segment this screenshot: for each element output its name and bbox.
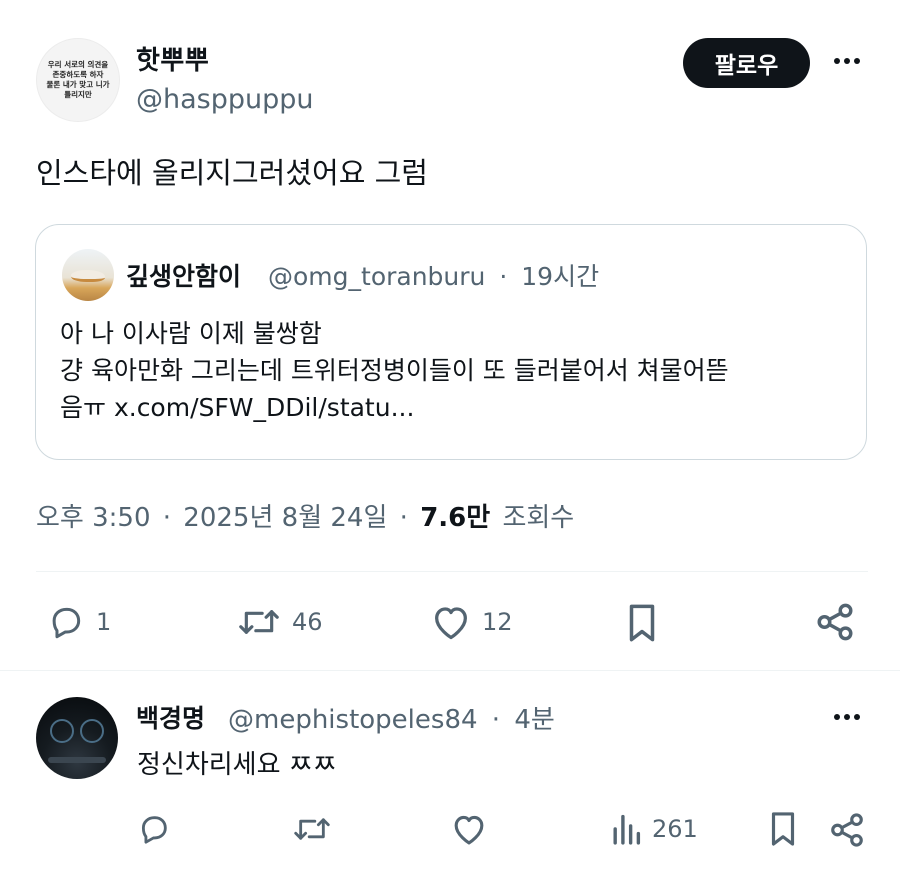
- retweet-icon: [294, 818, 330, 840]
- author-handle[interactable]: @hasppuppu: [136, 84, 314, 115]
- meta-separator: ·: [491, 705, 501, 735]
- quoted-tweet-card[interactable]: 깊생안함이 @omg_toranburu · 19시간 아 나 이사람 이제 불…: [35, 224, 867, 460]
- reply-more-options-icon[interactable]: [834, 714, 860, 720]
- divider: [0, 670, 900, 671]
- quoted-text-line: 아 나 이사람 이제 불쌍함: [60, 319, 322, 348]
- avatar-caption-line: 존중하도록 하자: [52, 70, 104, 79]
- timestamp-date[interactable]: 2025년 8월 24일: [183, 503, 387, 533]
- heart-icon: [435, 607, 467, 640]
- reply-author-meta: @mephistopeles84 · 4분: [228, 699, 555, 736]
- avatar-caption-line: 틀리지만: [64, 90, 92, 99]
- quoted-author-avatar[interactable]: [62, 249, 114, 301]
- reply-reply-button[interactable]: [136, 812, 172, 846]
- views-count[interactable]: 7.6만: [420, 503, 490, 533]
- author-avatar[interactable]: 우리 서로의 의견을 존중하도록 하자 물론 내가 맞고 니가 틀리지만: [36, 38, 120, 122]
- quoted-tweet-text: 아 나 이사람 이제 불쌍함 걍 육아만화 그리는데 트위터정병이들이 또 들러…: [60, 315, 850, 426]
- quoted-text-line: 음ㅠ x.com/SFW_DDil/statu...: [60, 393, 415, 422]
- avatar-caption-line: 우리 서로의 의견을: [47, 60, 109, 69]
- meta-separator: ·: [399, 503, 408, 533]
- quoted-tweet-time[interactable]: 19시간: [521, 262, 599, 291]
- tweet-timestamp: 오후 3:50 · 2025년 8월 24일 · 7.6만 조회수: [36, 497, 574, 534]
- bookmark-icon: [629, 604, 655, 642]
- divider: [36, 571, 868, 572]
- analytics-icon: [613, 814, 641, 845]
- share-button[interactable]: [814, 601, 856, 643]
- reply-share-button[interactable]: [828, 811, 866, 849]
- reply-button[interactable]: 1: [46, 603, 111, 641]
- bookmark-icon: [771, 812, 795, 846]
- quoted-text-line: 걍 육아만화 그리는데 트위터정병이들이 또 들러붙어서 쳐물어뜯: [60, 356, 729, 385]
- avatar-caption-line: 물론 내가 맞고 니가: [46, 80, 110, 89]
- share-icon: [817, 603, 853, 641]
- bookmark-button[interactable]: [624, 602, 660, 644]
- reply-author-avatar[interactable]: [36, 697, 118, 779]
- heart-icon: [454, 815, 484, 845]
- retweet-icon: [239, 610, 279, 634]
- share-icon: [831, 813, 863, 847]
- quoted-author-display-name[interactable]: 깊생안함이: [126, 257, 241, 293]
- quoted-author-meta: @omg_toranburu · 19시간: [268, 257, 599, 293]
- reply-views-button[interactable]: 261: [610, 812, 698, 846]
- reply-author-handle[interactable]: @mephistopeles84: [228, 705, 478, 735]
- quoted-author-handle[interactable]: @omg_toranburu: [268, 262, 485, 291]
- reply-author-display-name[interactable]: 백경명: [136, 699, 205, 735]
- tweet-text: 인스타에 올리지그러셨어요 그럼: [36, 156, 428, 190]
- reply-count: 1: [96, 608, 112, 636]
- retweet-button[interactable]: 46: [236, 603, 323, 641]
- more-options-icon[interactable]: [834, 58, 860, 64]
- like-count: 12: [482, 608, 513, 636]
- views-label: 조회수: [502, 503, 575, 533]
- retweet-count: 46: [292, 608, 323, 636]
- timestamp-time[interactable]: 오후 3:50: [36, 503, 151, 533]
- reply-icon: [141, 816, 167, 844]
- reply-time[interactable]: 4분: [514, 705, 554, 735]
- author-display-name[interactable]: 핫뿌뿌: [136, 40, 209, 77]
- reply-text: 정신차리세요 ㅉㅉ: [137, 750, 337, 780]
- reply-like-button[interactable]: [450, 812, 488, 846]
- meta-separator: ·: [162, 503, 172, 533]
- reply-retweet-button[interactable]: [292, 812, 332, 846]
- follow-button[interactable]: 팔로우: [683, 38, 810, 88]
- meta-separator: ·: [499, 262, 508, 291]
- reply-bookmark-button[interactable]: [767, 810, 799, 848]
- like-button[interactable]: 12: [430, 603, 513, 641]
- reply-icon: [52, 607, 81, 639]
- reply-views-count: 261: [652, 815, 698, 843]
